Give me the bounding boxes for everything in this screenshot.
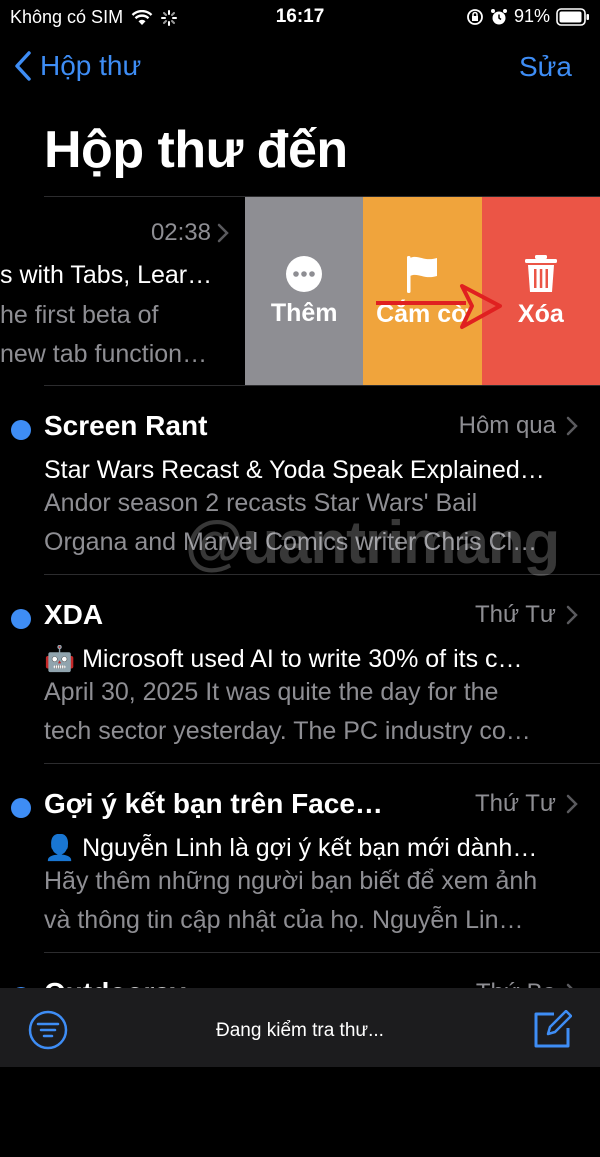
battery-percent: 91% (513, 6, 550, 26)
status-right: 91% (466, 6, 590, 27)
mail-item[interactable]: XDA Thứ Tư 🤖 Microsoft used AI to write … (0, 589, 600, 779)
toolbar-status: Đang kiểm tra thư... (216, 1020, 384, 1041)
divider (44, 763, 600, 764)
back-button[interactable]: Hộp thư (14, 50, 141, 82)
swiped-mail-preview-1: he first beta of (0, 301, 159, 329)
swiped-mail-content[interactable]: 02:38 s with Tabs, Lear… he first beta o… (0, 197, 245, 385)
swiped-mail-preview-2: new tab function… (0, 340, 208, 368)
battery-icon (556, 7, 589, 26)
divider (44, 952, 600, 953)
swiped-mail-subject: s with Tabs, Lear… (0, 261, 213, 289)
alarm-icon (490, 8, 507, 24)
mail-date-wrap: Thứ Tư (475, 601, 578, 629)
mail-date-wrap: Thứ Tư (475, 790, 578, 818)
back-label: Hộp thư (40, 50, 142, 81)
compose-icon[interactable] (532, 1010, 572, 1050)
divider (44, 385, 600, 386)
mail-sender: XDA (44, 599, 104, 630)
chevron-right-icon (566, 416, 578, 436)
mail-subject: 🤖 Microsoft used AI to write 30% of its … (44, 645, 523, 673)
navigation-bar: Hộp thư Sửa (0, 44, 600, 90)
unread-dot-icon (11, 609, 31, 629)
mail-sender: Gợi ý kết bạn trên Face… (44, 788, 383, 819)
mail-date-wrap: Hôm qua (459, 412, 578, 440)
chevron-right-icon (566, 794, 578, 814)
mail-preview-1: April 30, 2025 It was quite the day for … (44, 678, 499, 706)
mail-subject: 👤 Nguyễn Linh là gợi ý kết bạn mới dành… (44, 834, 538, 862)
swiped-mail-date: 02:38 (151, 219, 229, 247)
mail-date: Thứ Tư (474, 790, 556, 817)
mail-item[interactable]: Gợi ý kết bạn trên Face… Thứ Tư 👤 Nguyễn… (0, 778, 600, 968)
orientation-lock-icon (467, 8, 483, 25)
mail-sender: Screen Rant (44, 410, 208, 441)
swiped-mail-time: 02:38 (150, 219, 211, 246)
more-action-button[interactable]: Thêm (245, 197, 364, 385)
page-title: Hộp thư đến (44, 121, 348, 179)
ellipsis-circle-icon (286, 255, 323, 292)
bottom-toolbar: Đang kiểm tra thư... (0, 988, 600, 1067)
mail-date: Hôm qua (458, 412, 556, 439)
mail-date: Thứ Tư (474, 601, 556, 628)
chevron-left-icon (15, 51, 31, 81)
unread-dot-icon (11, 420, 31, 440)
mail-preview-1: Hãy thêm những người bạn biết để xem ảnh (44, 867, 538, 895)
unread-dot-icon (11, 798, 31, 818)
chevron-right-icon (217, 223, 229, 243)
swiped-mail-row[interactable]: 02:38 s with Tabs, Lear… he first beta o… (0, 197, 600, 385)
mail-subject: Star Wars Recast & Yoda Speak Explained… (44, 456, 545, 484)
delete-action-label: Xóa (517, 299, 564, 328)
annotation-arrow-icon (376, 284, 502, 329)
status-bar: Không có SIM 16:17 91% (0, 0, 600, 34)
trash-icon (524, 254, 557, 292)
mail-preview-2: và thông tin cập nhật của họ. Nguyễn Lin… (44, 906, 524, 934)
edit-button[interactable]: Sửa (519, 51, 572, 83)
chevron-right-icon (566, 605, 578, 625)
watermark: @uantrimang (185, 509, 560, 576)
more-action-label: Thêm (270, 298, 338, 327)
mail-preview-2: tech sector yesterday. The PC industry c… (44, 717, 531, 745)
